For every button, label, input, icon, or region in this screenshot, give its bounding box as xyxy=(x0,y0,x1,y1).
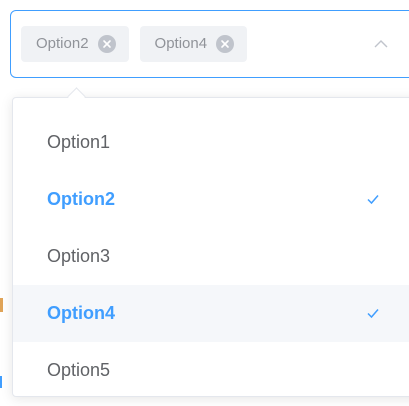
option-item[interactable]: Option2 xyxy=(13,171,409,228)
background-fragment xyxy=(0,376,2,388)
option-label: Option5 xyxy=(47,360,111,380)
selected-tag: Option2 xyxy=(21,26,129,62)
circle-close-icon[interactable] xyxy=(216,35,235,53)
check-icon xyxy=(366,306,380,320)
multi-select-input[interactable]: Option2 Option4 xyxy=(10,10,409,78)
option-label: Option2 xyxy=(47,189,115,209)
check-icon xyxy=(366,192,380,206)
option-label: Option1 xyxy=(47,132,111,152)
option-item[interactable]: Option1 xyxy=(13,114,409,171)
selected-tags: Option2 Option4 xyxy=(21,26,248,62)
options-list: Option1 Option2 Option3 Option4 Option5 xyxy=(13,114,409,399)
tag-label: Option4 xyxy=(154,35,208,52)
circle-close-icon[interactable] xyxy=(97,35,116,53)
option-label: Option3 xyxy=(47,246,111,266)
option-item[interactable]: Option5 xyxy=(13,342,409,399)
chevron-up-icon[interactable] xyxy=(373,36,389,52)
tag-label: Option2 xyxy=(36,35,89,52)
background-fragment xyxy=(0,298,3,312)
dropdown-menu: Option1 Option2 Option3 Option4 Option5 xyxy=(12,97,409,397)
option-item[interactable]: Option3 xyxy=(13,228,409,285)
selected-tag: Option4 xyxy=(139,26,248,62)
option-label: Option4 xyxy=(47,303,115,323)
option-item[interactable]: Option4 xyxy=(13,285,409,342)
page: Option2 Option4 Option1 Option2 Option3 … xyxy=(0,0,409,406)
